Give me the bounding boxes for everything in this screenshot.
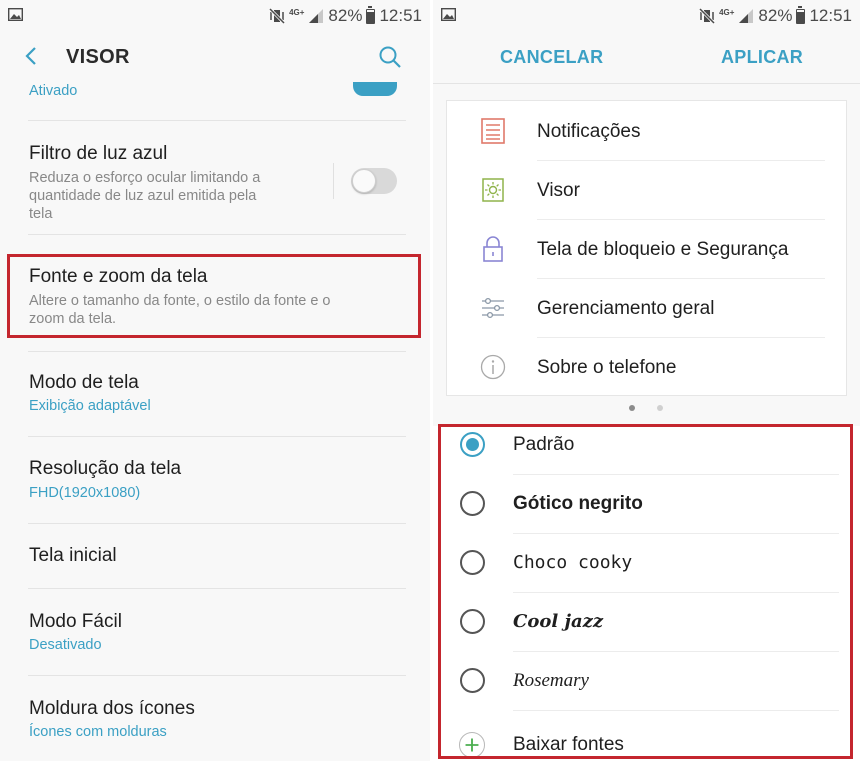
preview-item-display: Visor (447, 161, 846, 219)
preview-item-general-management: Gerenciamento geral (447, 279, 846, 337)
settings-item-easy-mode[interactable]: Modo Fácil Desativado (0, 589, 430, 675)
sliders-icon (482, 297, 504, 319)
page-dot-active (629, 405, 635, 411)
network-type-label: 4G+ (289, 8, 305, 17)
settings-item-title: Filtro de luz azul (29, 143, 168, 164)
settings-item-screen-mode[interactable]: Modo de tela Exibição adaptável (0, 352, 430, 436)
settings-item-subtitle: Ativado (29, 83, 78, 99)
toggle-knob (352, 169, 376, 193)
blue-light-toggle[interactable] (351, 168, 397, 194)
page-dot (657, 405, 663, 411)
settings-item-subtitle: Desativado (29, 637, 102, 653)
settings-item-subtitle: Ícones com molduras (29, 724, 167, 740)
settings-item-description: Reduza o esforço ocular limitando a quan… (29, 170, 261, 222)
lock-icon (483, 236, 503, 262)
back-arrow-icon[interactable] (22, 46, 42, 66)
settings-item-blue-light-filter[interactable]: Filtro de luz azul Reduza o esforço ocul… (0, 121, 430, 233)
preview-item-label: Sobre o telefone (537, 357, 677, 378)
battery-percent: 82% (758, 6, 793, 25)
app-bar: VISOR (0, 32, 430, 82)
search-icon[interactable] (377, 44, 403, 70)
gallery-notification-icon (8, 8, 23, 21)
settings-item-title: Resolução da tela (29, 458, 182, 479)
apply-button[interactable]: APLICAR (721, 47, 803, 68)
preview-item-label: Visor (537, 180, 580, 201)
vibrate-mute-icon (269, 8, 286, 24)
battery-icon (366, 5, 376, 24)
display-icon (482, 178, 504, 202)
font-selection-panel: 4G+ 82% 12:51 CANCELAR APLICAR Notificaç… (433, 0, 860, 761)
settings-item-icon-frames[interactable]: Moldura dos ícones Ícones com molduras (0, 676, 430, 761)
font-preview-card: Notificações Visor Tela de bloqueio e Se… (446, 100, 847, 396)
signal-icon (739, 9, 754, 23)
battery-icon (796, 5, 806, 24)
signal-icon (309, 9, 324, 23)
vibrate-mute-icon (699, 8, 716, 24)
page-title: VISOR (66, 46, 130, 68)
settings-item-home-screen[interactable]: Tela inicial (0, 524, 430, 588)
preview-item-lock-security: Tela de bloqueio e Segurança (447, 220, 846, 278)
cancel-button[interactable]: CANCELAR (500, 47, 603, 68)
settings-item-title: Modo Fácil (29, 611, 122, 632)
preview-item-label: Gerenciamento geral (537, 298, 715, 319)
vertical-divider (333, 163, 334, 199)
clock: 12:51 (379, 6, 422, 25)
action-bar: CANCELAR APLICAR (433, 32, 860, 84)
battery-percent: 82% (328, 6, 363, 25)
status-bar: 4G+ 82% 12:51 (433, 0, 860, 32)
info-icon (480, 354, 506, 380)
preview-item-label: Tela de bloqueio e Segurança (537, 239, 789, 260)
preview-item-label: Notificações (537, 121, 641, 142)
settings-item-partial[interactable]: Ativado (0, 82, 430, 120)
network-type-label: 4G+ (719, 8, 735, 17)
preview-item-about-phone: Sobre o telefone (447, 338, 846, 396)
notifications-icon (481, 118, 505, 144)
toggle-switch-on[interactable] (353, 82, 397, 96)
display-settings-panel: 4G+ 82% 12:51 VISOR Ativado Filtro de lu… (0, 0, 430, 761)
status-bar: 4G+ 82% 12:51 (0, 0, 430, 32)
settings-item-resolution[interactable]: Resolução da tela FHD(1920x1080) (0, 437, 430, 523)
gallery-notification-icon (441, 8, 456, 21)
settings-item-title: Modo de tela (29, 372, 139, 393)
settings-item-title: Tela inicial (29, 545, 117, 566)
page-indicator (629, 405, 669, 413)
preview-item-notifications: Notificações (447, 102, 846, 160)
settings-item-subtitle: Exibição adaptável (29, 398, 151, 414)
settings-item-title: Moldura dos ícones (29, 698, 195, 719)
highlight-box (7, 254, 421, 338)
clock: 12:51 (809, 6, 852, 25)
settings-item-subtitle: FHD(1920x1080) (29, 485, 141, 501)
highlight-box (438, 424, 853, 759)
